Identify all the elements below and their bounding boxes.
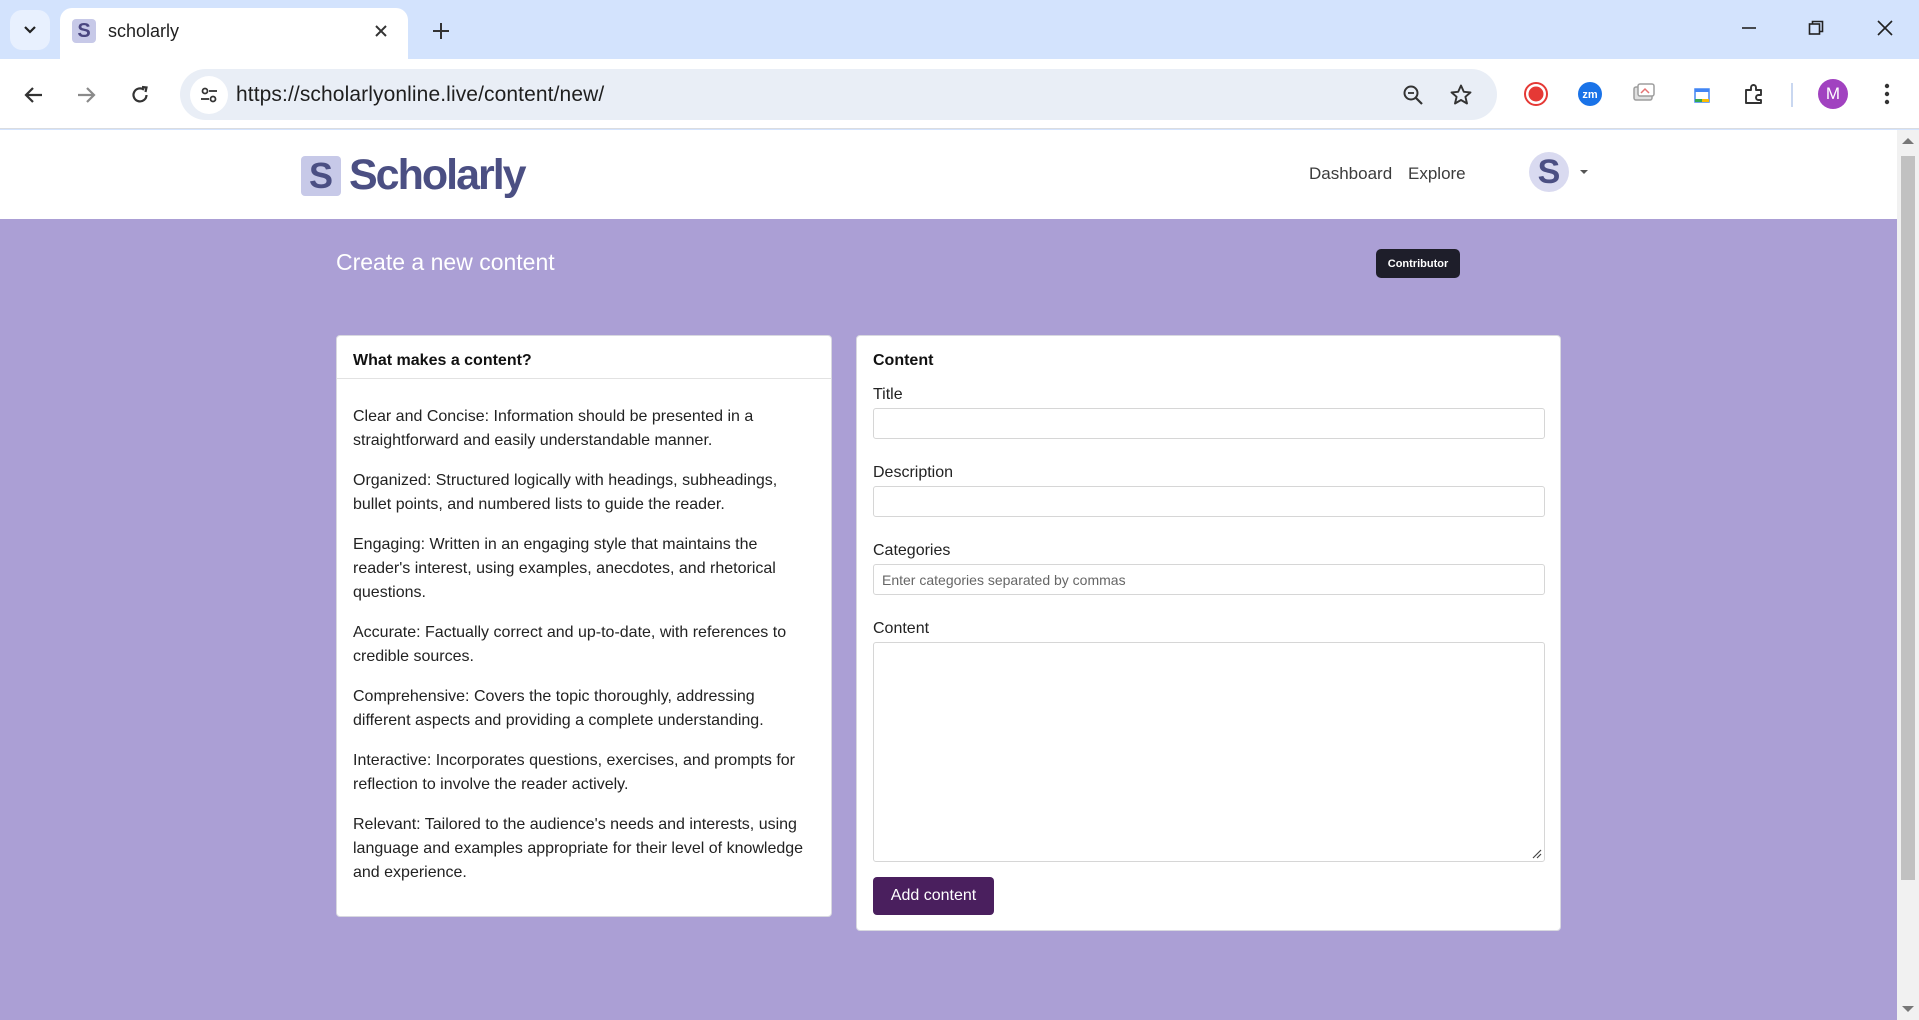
- tab-strip: S scholarly: [0, 0, 1919, 59]
- description-label: Description: [873, 464, 954, 481]
- close-icon: [375, 25, 387, 37]
- logo-text: Scholarly: [349, 151, 527, 199]
- zoom-button[interactable]: [1398, 80, 1428, 110]
- screen-recorder-extension[interactable]: [1519, 77, 1553, 111]
- user-avatar[interactable]: S: [1529, 152, 1569, 192]
- guideline-item: Accurate: Factually correct and up-to-da…: [353, 624, 787, 665]
- categories-input[interactable]: Enter categories separated by commas: [873, 564, 1545, 595]
- categories-label: Categories: [873, 542, 951, 559]
- description-input[interactable]: [873, 486, 1545, 517]
- zoom-extension[interactable]: zm: [1573, 77, 1607, 111]
- resize-handle-icon[interactable]: [1532, 849, 1542, 859]
- guideline-item: Interactive: Incorporates questions, exe…: [353, 752, 795, 793]
- guideline-item: Comprehensive: Covers the topic thorough…: [353, 688, 764, 729]
- browser-toolbar: https://scholarlyonline.live/content/new…: [0, 59, 1919, 129]
- browser-tab[interactable]: S scholarly: [60, 8, 408, 59]
- arrow-left-icon: [24, 87, 42, 103]
- cast-extension[interactable]: [1627, 77, 1661, 111]
- zoom-logo-icon: zm: [1578, 82, 1602, 106]
- close-icon: [1877, 20, 1893, 36]
- arrow-right-icon: [78, 87, 96, 103]
- restore-button[interactable]: [1791, 8, 1841, 48]
- scroll-down-arrow-icon[interactable]: [1902, 1006, 1914, 1012]
- url-text[interactable]: https://scholarlyonline.live/content/new…: [236, 83, 604, 107]
- tune-icon: [201, 87, 217, 103]
- site-info-button[interactable]: [190, 76, 228, 114]
- nav-explore-link[interactable]: Explore: [1408, 164, 1466, 184]
- guideline-item: Engaging: Written in an engaging style t…: [353, 536, 776, 601]
- forward-button[interactable]: [66, 75, 106, 115]
- scroll-up-arrow-icon[interactable]: [1902, 138, 1914, 144]
- chevron-down-icon: [24, 26, 36, 34]
- title-input[interactable]: [873, 408, 1545, 439]
- record-icon: [1524, 82, 1548, 106]
- new-tab-button[interactable]: [424, 14, 458, 48]
- content-form-card: Content Title Description Categories Ent…: [856, 335, 1561, 931]
- page-viewport: S Scholarly Dashboard Explore S Create a…: [0, 130, 1897, 1020]
- title-label: Title: [873, 386, 903, 403]
- site-logo[interactable]: S Scholarly: [301, 151, 527, 200]
- toolbar-divider: [1791, 83, 1793, 107]
- plus-icon: [433, 23, 449, 39]
- tab-search-button[interactable]: [10, 10, 50, 50]
- nav-dashboard-link[interactable]: Dashboard: [1309, 164, 1392, 184]
- guidelines-card-title: What makes a content?: [337, 336, 831, 379]
- form-title: Content: [873, 352, 934, 369]
- scroll-thumb[interactable]: [1901, 156, 1915, 880]
- content-label: Content: [873, 620, 930, 637]
- close-window-button[interactable]: [1860, 8, 1910, 48]
- calendar-icon: [1694, 88, 1710, 103]
- calendar-extension[interactable]: [1685, 77, 1719, 111]
- caret-down-icon[interactable]: [1580, 170, 1588, 174]
- guidelines-card: What makes a content? Clear and Concise:…: [336, 335, 832, 917]
- more-vertical-icon: [1884, 83, 1890, 105]
- tab-title: scholarly: [108, 21, 180, 41]
- guidelines-list: Clear and Concise: Information should be…: [337, 379, 831, 885]
- page-title: Create a new content: [336, 249, 555, 275]
- restore-icon: [1808, 20, 1824, 35]
- logo-mark: S: [301, 155, 341, 196]
- guideline-item: Clear and Concise: Information should be…: [353, 408, 754, 449]
- content-textarea[interactable]: [873, 642, 1545, 862]
- star-icon: [1450, 84, 1472, 105]
- minimize-button[interactable]: [1724, 8, 1774, 48]
- browser-menu-button[interactable]: [1870, 77, 1904, 111]
- zoom-out-icon: [1403, 85, 1423, 105]
- back-button[interactable]: [14, 75, 54, 115]
- site-header: S Scholarly Dashboard Explore S: [0, 130, 1897, 219]
- add-content-button[interactable]: Add content: [873, 877, 994, 915]
- reload-icon: [132, 85, 148, 103]
- guideline-item: Organized: Structured logically with hea…: [353, 472, 778, 513]
- extensions-button[interactable]: [1737, 77, 1771, 111]
- minimize-icon: [1742, 27, 1756, 29]
- address-bar[interactable]: https://scholarlyonline.live/content/new…: [180, 69, 1497, 120]
- page-scrollbar[interactable]: [1897, 130, 1919, 1020]
- profile-avatar-button[interactable]: M: [1818, 79, 1848, 109]
- screen-share-icon: [1633, 83, 1655, 101]
- svg-text:zm: zm: [1582, 89, 1598, 101]
- guideline-item: Relevant: Tailored to the audience's nee…: [353, 816, 804, 881]
- close-tab-button[interactable]: [368, 18, 394, 44]
- tab-favicon: S: [72, 19, 96, 43]
- bookmark-button[interactable]: [1446, 80, 1476, 110]
- reload-button[interactable]: [120, 75, 160, 115]
- role-badge: Contributor: [1376, 249, 1460, 278]
- puzzle-icon: [1745, 84, 1762, 104]
